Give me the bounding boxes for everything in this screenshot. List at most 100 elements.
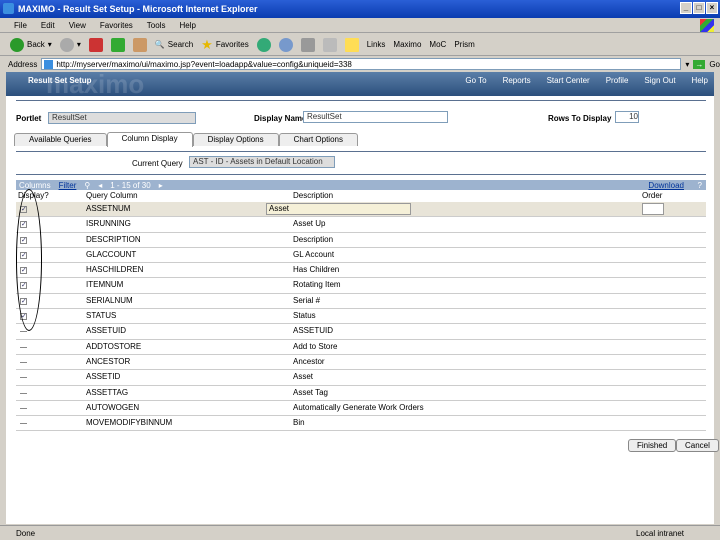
cancel-button[interactable]: Cancel — [676, 439, 719, 452]
back-arrow-icon — [10, 37, 24, 52]
filter-link[interactable]: Filter — [59, 181, 77, 190]
table-row: ASSETUID ASSETUID — [16, 324, 706, 340]
tab-display-options[interactable]: Display Options — [192, 133, 279, 146]
menu-help[interactable]: Help — [179, 21, 195, 30]
favorites-label: Favorites — [215, 40, 249, 49]
menu-file[interactable]: File — [14, 21, 27, 30]
tab-column-display[interactable]: Column Display — [106, 132, 193, 147]
display-name-input[interactable]: ResultSet — [303, 111, 448, 123]
display-checkbox[interactable] — [20, 331, 27, 333]
status-bar: Done Local intranet — [0, 525, 720, 540]
back-label: Back — [27, 40, 45, 49]
col-description: Description — [293, 191, 334, 200]
menu-edit[interactable]: Edit — [41, 21, 55, 30]
table-row: ✓ ASSETNUM Asset — [16, 202, 706, 218]
browser-toolbar: Back ▾ ▾ 🔍 Search ★ Favorites Links Maximo… — [0, 34, 720, 56]
print-icon[interactable] — [300, 37, 315, 52]
nav-profile[interactable]: Profile — [606, 76, 629, 85]
link-prism[interactable]: Prism — [454, 40, 474, 49]
window-title: MAXIMO - Result Set Setup - Microsoft In… — [18, 4, 258, 14]
table-row: MOVEMODIFYBINNUM Bin — [16, 416, 706, 432]
table-row: ✓ GLACCOUNT GL Account — [16, 248, 706, 264]
nav-start-center[interactable]: Start Center — [547, 76, 590, 85]
next-page-icon[interactable]: ▸ — [159, 181, 163, 190]
description: Rotating Item — [293, 280, 341, 290]
query-column: ISRUNNING — [86, 219, 131, 229]
forward-arrow-icon — [59, 37, 74, 52]
previous-page-icon[interactable]: ◂ — [98, 181, 102, 190]
maximo-header: maximo Result Set Setup Go To Reports Star… — [6, 71, 714, 97]
col-query-column: Query Column — [86, 191, 138, 200]
portlet-label: Portlet — [16, 114, 42, 123]
description: Has Children — [293, 265, 340, 275]
go-arrow-icon[interactable]: → — [693, 59, 706, 69]
menu-favorites[interactable]: Favorites — [100, 21, 133, 30]
tab-available-queries[interactable]: Available Queries — [14, 133, 107, 146]
edit-icon[interactable] — [322, 37, 337, 52]
search-icon: 🔍 — [154, 40, 165, 49]
description[interactable]: Asset — [266, 203, 411, 215]
query-column: ITEMNUM — [86, 280, 124, 290]
query-column: GLACCOUNT — [86, 249, 137, 259]
table-toolbar: Columns Filter ⚲ ◂ 1 - 15 of 30 ▸ Downlo… — [16, 180, 706, 190]
find-icon[interactable]: ⚲ — [84, 181, 90, 190]
rows-to-display-label: Rows To Display — [548, 114, 612, 123]
nav-sign-out[interactable]: Sign Out — [644, 76, 675, 85]
search-label: Search — [167, 40, 194, 49]
minimize-button[interactable]: _ — [680, 2, 692, 14]
link-moc[interactable]: MoC — [429, 40, 446, 49]
query-column: ASSETNUM — [86, 204, 131, 213]
tab-chart-options[interactable]: Chart Options — [278, 133, 358, 146]
table-row: ✓ DESCRIPTION Description — [16, 233, 706, 248]
dropdown-icon[interactable]: ▾ — [685, 60, 689, 69]
search-button[interactable]: 🔍 Search — [155, 40, 193, 49]
menu-view[interactable]: View — [69, 21, 86, 30]
description: Status — [293, 311, 316, 321]
download-link[interactable]: Download — [648, 181, 684, 190]
description: Asset Tag — [293, 387, 328, 397]
nav-help[interactable]: Help — [692, 76, 708, 85]
table-title: Columns — [19, 180, 51, 190]
query-column: ANCESTOR — [86, 356, 131, 366]
display-checkbox[interactable] — [20, 377, 27, 379]
link-maximo[interactable]: Maximo — [393, 40, 421, 49]
home-icon[interactable] — [132, 37, 147, 52]
query-column: ASSETID — [86, 372, 121, 382]
menu-tools[interactable]: Tools — [147, 21, 166, 30]
table-row: AUTOWOGEN Automatically Generate Work Ord… — [16, 401, 706, 417]
forward-button[interactable]: ▾ — [59, 37, 81, 52]
table-row: ASSETTAG Asset Tag — [16, 386, 706, 401]
notes-icon[interactable] — [344, 37, 359, 52]
description: Asset — [293, 372, 314, 382]
display-checkbox[interactable] — [20, 346, 27, 348]
portlet-field: ResultSet — [48, 112, 196, 124]
order-input[interactable] — [642, 203, 664, 215]
finished-button[interactable]: Finished — [628, 439, 677, 452]
maximize-button[interactable]: □ — [693, 2, 705, 14]
mail-icon[interactable] — [278, 37, 293, 52]
display-checkbox[interactable] — [20, 361, 27, 363]
app-title: Result Set Setup — [28, 76, 92, 85]
description: Asset Up — [293, 219, 326, 229]
display-checkbox[interactable] — [20, 423, 27, 425]
help-icon[interactable]: ? — [698, 181, 702, 190]
go-button[interactable]: Go — [709, 60, 720, 69]
favorites-button[interactable]: ★ Favorites — [201, 37, 249, 53]
table-header: Display? Query Column Description Order — [16, 191, 706, 201]
status-text: Done — [16, 528, 36, 538]
back-button[interactable]: Back ▾ — [10, 37, 52, 52]
query-column: DESCRIPTION — [86, 234, 141, 244]
nav-go-to[interactable]: Go To — [465, 76, 486, 85]
display-checkbox[interactable] — [20, 407, 27, 409]
description: Add to Store — [293, 341, 338, 351]
refresh-icon[interactable] — [110, 37, 125, 52]
window-title-bar: MAXIMO - Result Set Setup - Microsoft In… — [0, 0, 720, 18]
rows-to-display-input[interactable]: 10 — [615, 111, 639, 123]
stop-icon[interactable] — [88, 37, 103, 52]
query-column: ASSETUID — [86, 326, 127, 336]
display-checkbox[interactable] — [20, 392, 27, 394]
close-button[interactable]: × — [706, 2, 718, 14]
history-icon[interactable] — [256, 37, 271, 52]
nav-reports[interactable]: Reports — [503, 76, 531, 85]
windows-logo-icon — [700, 19, 714, 32]
